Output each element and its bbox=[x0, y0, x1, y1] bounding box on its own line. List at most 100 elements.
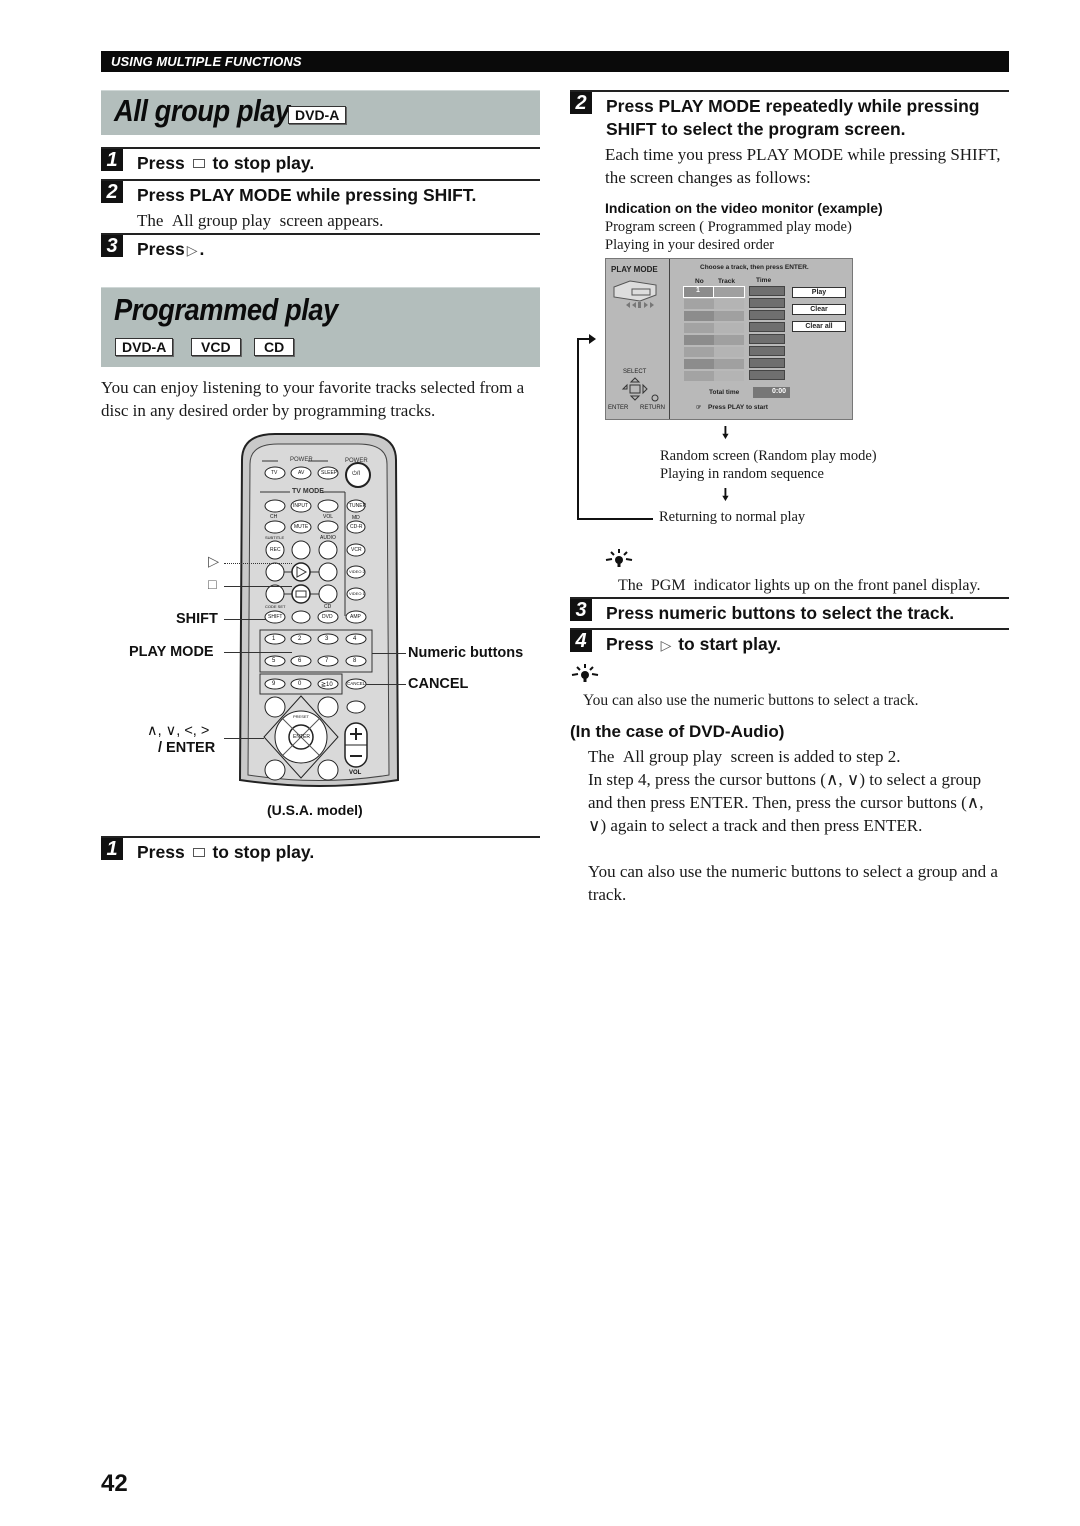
flow-loop-line bbox=[577, 338, 579, 520]
dvd-a-badge: DVD-A bbox=[288, 106, 347, 124]
remote-num-2: 2 bbox=[298, 636, 302, 642]
dvd-audio-heading: (In the case of DVD-Audio) bbox=[570, 722, 785, 741]
all-group-play-banner: All group play DVD-A bbox=[101, 90, 540, 135]
monitor-clear-all-button[interactable]: Clear all bbox=[792, 321, 846, 332]
step-note: The All group play screen appears. bbox=[137, 211, 384, 230]
cd-badge: CD bbox=[254, 338, 295, 356]
step-text: . bbox=[199, 239, 205, 259]
track-cell-time bbox=[749, 370, 785, 380]
remote-av-button: AV bbox=[298, 470, 305, 476]
track-cell-track bbox=[714, 335, 744, 345]
programmed-play-intro: You can enjoy listening to your favorite… bbox=[101, 378, 525, 420]
callout-cancel: CANCEL bbox=[408, 676, 469, 692]
monitor-mode-label: PLAY MODE bbox=[611, 265, 658, 274]
remote-video1-button: VIDEO 1 bbox=[349, 591, 365, 596]
remote-label-power-group: POWER bbox=[290, 457, 313, 463]
track-cell-time bbox=[749, 334, 785, 344]
remote-label-tv-mode: TV MODE bbox=[292, 488, 324, 495]
remote-num-10plus: ≧10 bbox=[321, 682, 333, 688]
programmed-step-3: 3 Press numeric buttons to select the tr… bbox=[570, 597, 1009, 627]
all-group-step-2: 2 Press PLAY MODE while pressing SHIFT. … bbox=[101, 179, 540, 231]
play-icon: ▷ bbox=[186, 242, 198, 258]
monitor-clear-button[interactable]: Clear bbox=[792, 304, 846, 315]
callout-line bbox=[366, 684, 406, 685]
callout-enter: / ENTER bbox=[158, 740, 216, 756]
flow-program-desc: Playing in your desired order bbox=[605, 237, 775, 253]
programmed-step-4: 4 Press ▷ to start play. bbox=[570, 628, 1009, 658]
remote-num-3: 3 bbox=[325, 636, 329, 642]
callout-play: ▷ bbox=[208, 554, 220, 570]
step-number: 2 bbox=[570, 92, 592, 114]
step-text: Press bbox=[137, 239, 185, 259]
callout-shift: SHIFT bbox=[176, 611, 218, 627]
track-cell-track bbox=[714, 299, 744, 309]
column-track: Track bbox=[718, 278, 735, 285]
monitor-instruction: Choose a track, then press ENTER. bbox=[700, 264, 809, 271]
step-2-note: Each time you press PLAY MODE while pres… bbox=[605, 145, 1001, 187]
remote-num-9: 9 bbox=[272, 681, 276, 687]
step-text: Press numeric buttons to select the trac… bbox=[606, 603, 955, 623]
remote-label-ch: CH bbox=[270, 514, 278, 520]
remote-label-subtitle: SUBTITLE bbox=[265, 535, 285, 540]
page-number: 42 bbox=[101, 1470, 128, 1497]
dvd-a-badge: DVD-A bbox=[115, 338, 174, 356]
tip-numeric-buttons: You can also use the numeric buttons to … bbox=[583, 692, 919, 709]
monitor-play-button[interactable]: Play bbox=[792, 287, 846, 298]
remote-num-7: 7 bbox=[325, 658, 329, 664]
remote-control-figure: POWER POWER TV AV SLEEP ⏻/I TV MODE INPU… bbox=[100, 430, 550, 820]
remote-num-0: 0 bbox=[298, 681, 302, 687]
flow-loop-line bbox=[577, 518, 653, 520]
remote-standby-button: ⏻/I bbox=[352, 471, 361, 477]
remote-label-md: MD bbox=[352, 515, 360, 521]
track-cell-time bbox=[749, 298, 785, 308]
track-cell-no bbox=[684, 335, 714, 345]
total-time-box: 0:00 bbox=[753, 387, 790, 398]
step-text: Press bbox=[137, 842, 185, 862]
remote-label-vol: VOL bbox=[323, 514, 334, 520]
remote-label-power: POWER bbox=[345, 458, 368, 464]
step-text: Press bbox=[606, 634, 654, 654]
track-cell-track bbox=[714, 359, 744, 369]
remote-label-preset: PRESET bbox=[293, 714, 310, 719]
callout-line bbox=[224, 738, 264, 739]
callout-play-mode: PLAY MODE bbox=[129, 644, 214, 660]
remote-amp-button: AMP bbox=[350, 614, 361, 620]
dvd-audio-line-2: In step 4, press the cursor buttons (∧, … bbox=[588, 770, 984, 835]
remote-label-code-set: CODE SET bbox=[265, 604, 286, 609]
callout-line bbox=[224, 619, 266, 620]
track-cell-track bbox=[714, 347, 744, 357]
track-cell-no bbox=[684, 347, 714, 357]
programmed-play-title: Programmed play bbox=[114, 292, 338, 327]
remote-mute-button: MUTE bbox=[294, 524, 309, 530]
callout-line bbox=[224, 652, 292, 653]
tip-pgm-indicator: The PGM indicator lights up on the front… bbox=[618, 577, 981, 594]
step-number: 1 bbox=[101, 149, 123, 171]
remote-tuner-button: TUNER bbox=[349, 503, 367, 509]
track-cell-no bbox=[684, 371, 714, 381]
monitor-select-label: SELECT bbox=[623, 369, 647, 375]
remote-label-audio: AUDIO bbox=[320, 535, 336, 541]
monitor-hint: Press PLAY to start bbox=[708, 404, 768, 411]
programmed-step-1: 1 Press to stop play. bbox=[101, 836, 540, 866]
remote-cancel-button: CANCEL bbox=[347, 681, 366, 686]
step-number: 3 bbox=[101, 235, 123, 257]
flow-normal: Returning to normal play bbox=[659, 509, 806, 525]
step-number: 1 bbox=[101, 838, 123, 860]
dvd-audio-line-3: You can also use the numeric buttons to … bbox=[588, 862, 998, 904]
step-number: 3 bbox=[570, 599, 592, 621]
remote-dvd-button: DVD bbox=[322, 614, 333, 620]
remote-label-cd: CD bbox=[324, 604, 332, 610]
remote-tv-button: TV bbox=[271, 470, 278, 476]
remote-num-1: 1 bbox=[272, 636, 276, 642]
all-group-step-3: 3 Press ▷. bbox=[101, 233, 540, 263]
remote-model-caption: (U.S.A. model) bbox=[267, 802, 363, 818]
remote-vcr-button: VCR bbox=[351, 547, 362, 553]
track-cell-track bbox=[714, 323, 744, 333]
track-cell-no bbox=[684, 311, 714, 321]
flow-random-screen: Random screen (Random play mode) bbox=[660, 448, 877, 464]
remote-label-vol-rocker: VOL bbox=[349, 770, 362, 776]
callout-line bbox=[372, 653, 406, 654]
track-cell-time bbox=[749, 346, 785, 356]
cursor-pad-icon bbox=[621, 377, 659, 402]
track-cell-time bbox=[749, 310, 785, 320]
